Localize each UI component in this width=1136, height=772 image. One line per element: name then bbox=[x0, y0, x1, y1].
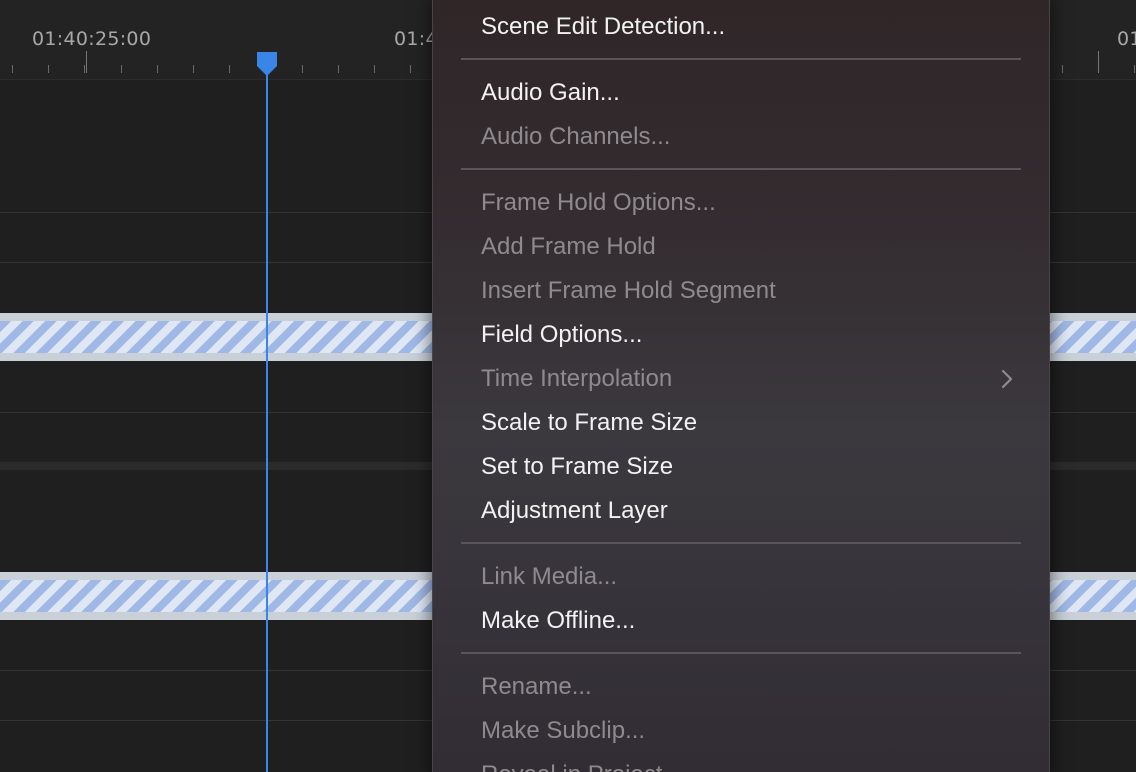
menu-item-make-offline[interactable]: Make Offline... bbox=[481, 601, 1019, 641]
menu-separator bbox=[461, 652, 1021, 654]
menu-separator bbox=[461, 168, 1021, 170]
menu-item-frame-hold-options: Frame Hold Options... bbox=[481, 183, 1019, 223]
ruler-tick bbox=[338, 65, 339, 73]
menu-item-label: Time Interpolation bbox=[481, 365, 673, 392]
menu-item-time-interpolation: Time Interpolation bbox=[481, 359, 1019, 399]
menu-item-audio-channels: Audio Channels... bbox=[481, 117, 1019, 157]
menu-item-label: Adjustment Layer bbox=[481, 497, 668, 524]
ruler-tick bbox=[1134, 65, 1135, 73]
playhead-handle-icon[interactable] bbox=[255, 52, 279, 76]
menu-item-label: Audio Channels... bbox=[481, 123, 671, 150]
ruler-tick bbox=[302, 65, 303, 73]
timecode-label: 01 bbox=[1117, 28, 1136, 50]
menu-item-label: Rename... bbox=[481, 673, 592, 700]
menu-item-audio-gain[interactable]: Audio Gain... bbox=[481, 73, 1019, 113]
ruler-tick bbox=[229, 65, 230, 73]
menu-item-scale-to-frame-size[interactable]: Scale to Frame Size bbox=[481, 403, 1019, 443]
ruler-tick bbox=[1062, 65, 1063, 73]
menu-item-label: Insert Frame Hold Segment bbox=[481, 277, 776, 304]
menu-item-label: Link Media... bbox=[481, 563, 618, 590]
ruler-tick bbox=[121, 65, 122, 73]
ruler-tick bbox=[374, 65, 375, 73]
menu-item-adjustment-layer[interactable]: Adjustment Layer bbox=[481, 491, 1019, 531]
ruler-tick bbox=[410, 65, 411, 73]
menu-item-field-options[interactable]: Field Options... bbox=[481, 315, 1019, 355]
menu-item-label: Make Subclip... bbox=[481, 717, 646, 744]
menu-item-insert-frame-hold-segment: Insert Frame Hold Segment bbox=[481, 271, 1019, 311]
menu-item-set-to-frame-size[interactable]: Set to Frame Size bbox=[481, 447, 1019, 487]
menu-item-link-media: Link Media... bbox=[481, 557, 1019, 597]
clip-context-menu[interactable]: Scene Edit Detection... Audio Gain... Au… bbox=[432, 0, 1050, 772]
ruler-major-tick bbox=[1098, 51, 1099, 73]
menu-item-label: Scene Edit Detection... bbox=[481, 13, 726, 40]
menu-item-label: Frame Hold Options... bbox=[481, 189, 716, 216]
chevron-right-icon bbox=[1001, 369, 1013, 389]
menu-item-rename: Rename... bbox=[481, 667, 1019, 707]
ruler-tick bbox=[48, 65, 49, 73]
menu-item-make-subclip: Make Subclip... bbox=[481, 711, 1019, 751]
ruler-major-tick bbox=[86, 51, 87, 73]
menu-item-label: Add Frame Hold bbox=[481, 233, 656, 260]
menu-item-reveal-in-project: Reveal in Project bbox=[481, 755, 1019, 772]
menu-item-scene-edit-detection[interactable]: Scene Edit Detection... bbox=[481, 7, 1019, 47]
menu-separator bbox=[461, 58, 1021, 60]
menu-item-label: Make Offline... bbox=[481, 607, 636, 634]
ruler-tick bbox=[84, 65, 85, 73]
menu-item-label: Set to Frame Size bbox=[481, 453, 674, 480]
menu-item-add-frame-hold: Add Frame Hold bbox=[481, 227, 1019, 267]
menu-item-label: Reveal in Project bbox=[481, 761, 662, 772]
timecode-label: 01:40:25:00 bbox=[32, 28, 152, 50]
playhead-line bbox=[266, 66, 268, 772]
ruler-tick bbox=[12, 65, 13, 73]
menu-item-label: Scale to Frame Size bbox=[481, 409, 698, 436]
menu-separator bbox=[461, 542, 1021, 544]
ruler-tick bbox=[193, 65, 194, 73]
menu-item-label: Audio Gain... bbox=[481, 79, 620, 106]
ruler-tick bbox=[157, 65, 158, 73]
menu-item-label: Field Options... bbox=[481, 321, 643, 348]
